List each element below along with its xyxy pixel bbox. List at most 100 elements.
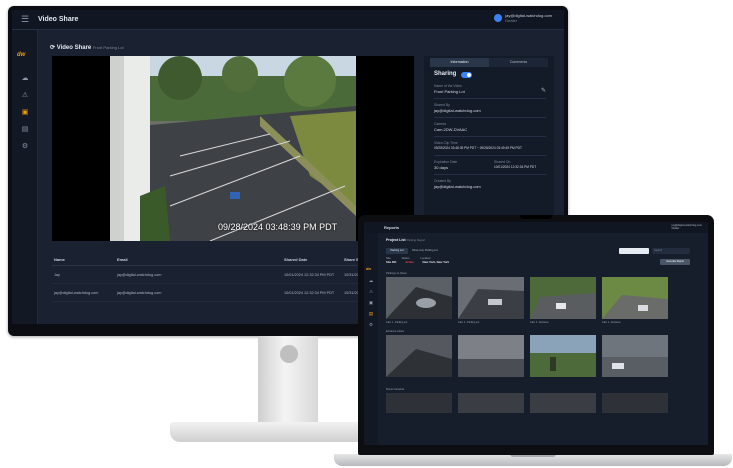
camera-thumbnail[interactable]: [602, 277, 668, 319]
tab-comments[interactable]: Comments: [489, 58, 548, 67]
divider: [434, 117, 546, 118]
thumbnail-caption: Cam 1 - Parking Lot: [386, 321, 408, 324]
table-cell: 10/01/2024 12:32:34 PM PDT: [284, 291, 335, 295]
column-header: Email: [117, 257, 128, 262]
filter-select[interactable]: [619, 248, 649, 254]
avatar[interactable]: [494, 14, 503, 22]
camera-thumbnail[interactable]: [386, 277, 452, 319]
thumbnail-image: [386, 277, 452, 319]
column-header: Shared Date: [284, 257, 308, 262]
field-label: Video Clip Time: [434, 141, 458, 145]
brand-logo: dw: [17, 52, 26, 58]
parking-lot-image: [110, 56, 356, 241]
camera-thumbnail[interactable]: [458, 277, 524, 319]
video-timestamp: 09/28/2024 03:48:39 PM PDT: [218, 222, 338, 232]
app-title: Video Share: [38, 16, 79, 23]
info-value: Active: [405, 259, 414, 264]
field-value: jay@digital-watchdog.com: [434, 108, 481, 113]
top-bar: ☰ Video Share jay@digital-watchdog.com D…: [12, 10, 564, 30]
table-cell: jay@digital-watchdog.com: [117, 291, 162, 295]
camera-thumbnail[interactable]: [530, 335, 596, 377]
camera-thumbnail[interactable]: [458, 393, 524, 413]
table-cell: jay@digital-watchdog.com: [54, 291, 99, 295]
field-value: Cam.2DW-DVAAC: [434, 127, 468, 132]
thumbnail-caption: Cam 2 - Parking Lot: [458, 321, 480, 324]
video-share-icon[interactable]: ▣: [368, 300, 374, 306]
thumbnail-image: [530, 335, 596, 377]
camera-thumbnail[interactable]: [530, 393, 596, 413]
generate-report-button[interactable]: Generate Report: [660, 259, 690, 265]
laptop-app-title: Reports: [384, 225, 400, 230]
sharing-toggle[interactable]: [461, 72, 472, 78]
field-label: Created By: [434, 179, 451, 183]
report-icon[interactable]: ▤: [21, 126, 29, 134]
left-sidebar: dw ☁ ⚠ ▣ ▤ ⚙: [12, 30, 38, 324]
laptop-user-role: Dealer: [671, 227, 680, 230]
field-label: Shared By: [434, 103, 450, 107]
group-title: Entrance Views: [386, 330, 404, 333]
info-panel: Information Comments Sharing ✎ Name of t…: [424, 56, 554, 236]
thumbnail-caption: Cam 3 - Entrance: [530, 321, 549, 324]
thumbnail-image: [458, 277, 524, 319]
info-value: Site 001: [386, 259, 397, 264]
user-role: Dealer: [505, 18, 518, 23]
tab-information[interactable]: Information: [430, 58, 489, 67]
share-icon: ⟳: [50, 45, 56, 51]
laptop-user-menu[interactable]: jay@digital-watchdog.com Dealer: [672, 224, 702, 230]
camera-thumbnail[interactable]: [386, 335, 452, 377]
breadcrumb-sub: Parking Report: [406, 238, 426, 242]
laptop-top-bar: Reports jay@digital-watchdog.com Dealer: [364, 222, 708, 233]
camera-thumbnail[interactable]: [386, 393, 452, 413]
field-value: 10/01/2024 12:32:34 PM PDT: [494, 165, 537, 169]
sharing-label: Sharing: [434, 71, 457, 77]
thumbnail-image: [602, 277, 668, 319]
field-value: jay@digital-watchdog.com: [434, 184, 481, 189]
laptop: Reports jay@digital-watchdog.com Dealer …: [358, 215, 714, 455]
camera-thumbnail[interactable]: [602, 393, 668, 413]
cloud-icon[interactable]: ☁: [368, 278, 374, 284]
column-header: Name: [54, 257, 65, 262]
table-cell: jay@digital-watchdog.com: [117, 273, 162, 277]
show-only-checkbox[interactable]: Show only Parking Lot: [412, 248, 472, 254]
user-menu[interactable]: jay@digital-watchdog.com Dealer: [494, 13, 552, 23]
thumbnail-image: [530, 277, 596, 319]
camera-thumbnail[interactable]: [530, 277, 596, 319]
info-tabs: Information Comments: [430, 58, 548, 67]
group-title: Dome Cameras: [386, 388, 405, 391]
search-input[interactable]: Search: [652, 248, 690, 254]
alert-icon[interactable]: ⚠: [21, 92, 29, 100]
table-cell: 10/01/2024 12:32:34 PM PDT: [284, 273, 335, 277]
breadcrumb-main[interactable]: Project List: [386, 238, 406, 242]
view-select[interactable]: Parking Lot: [386, 248, 408, 254]
video-player[interactable]: 09/28/2024 03:48:39 PM PDT: [52, 56, 414, 241]
camera-frame: [110, 56, 356, 241]
report-icon[interactable]: ▤: [368, 311, 374, 317]
hamburger-menu-icon[interactable]: ☰: [12, 14, 38, 25]
page-subtitle: Front Parking Lot: [92, 45, 124, 50]
divider: [434, 136, 546, 137]
settings-icon[interactable]: ⚙: [21, 143, 29, 151]
laptop-screen: Reports jay@digital-watchdog.com Dealer …: [364, 222, 708, 445]
divider: [434, 174, 546, 175]
page-title: ⟳ Video Share Front Parking Lot: [50, 44, 124, 51]
alert-icon[interactable]: ⚠: [368, 289, 374, 295]
cloud-icon[interactable]: ☁: [21, 75, 29, 83]
divider: [434, 98, 546, 99]
laptop-brand-logo: dw: [366, 267, 371, 271]
thumbnail-caption: Cam 4 - Entrance: [602, 321, 621, 324]
divider: [434, 155, 546, 156]
camera-thumbnail[interactable]: [458, 335, 524, 377]
laptop-breadcrumb: Project List Parking Report: [386, 238, 425, 242]
laptop-notch: [520, 215, 552, 219]
page-title-text: Video Share: [56, 45, 92, 51]
field-label: Name of the Video: [434, 84, 463, 88]
camera-thumbnail[interactable]: [602, 335, 668, 377]
settings-icon[interactable]: ⚙: [368, 322, 374, 328]
video-share-icon[interactable]: ▣: [21, 109, 29, 117]
field-label: Expiration Date: [434, 160, 458, 164]
thumbnail-image: [386, 335, 452, 377]
field-label: Shared On: [494, 160, 511, 164]
group-title: Parking Lot Views: [386, 272, 407, 275]
laptop-sidebar: dw ☁ ⚠ ▣ ▤ ⚙: [364, 233, 378, 445]
edit-icon[interactable]: ✎: [541, 87, 546, 94]
